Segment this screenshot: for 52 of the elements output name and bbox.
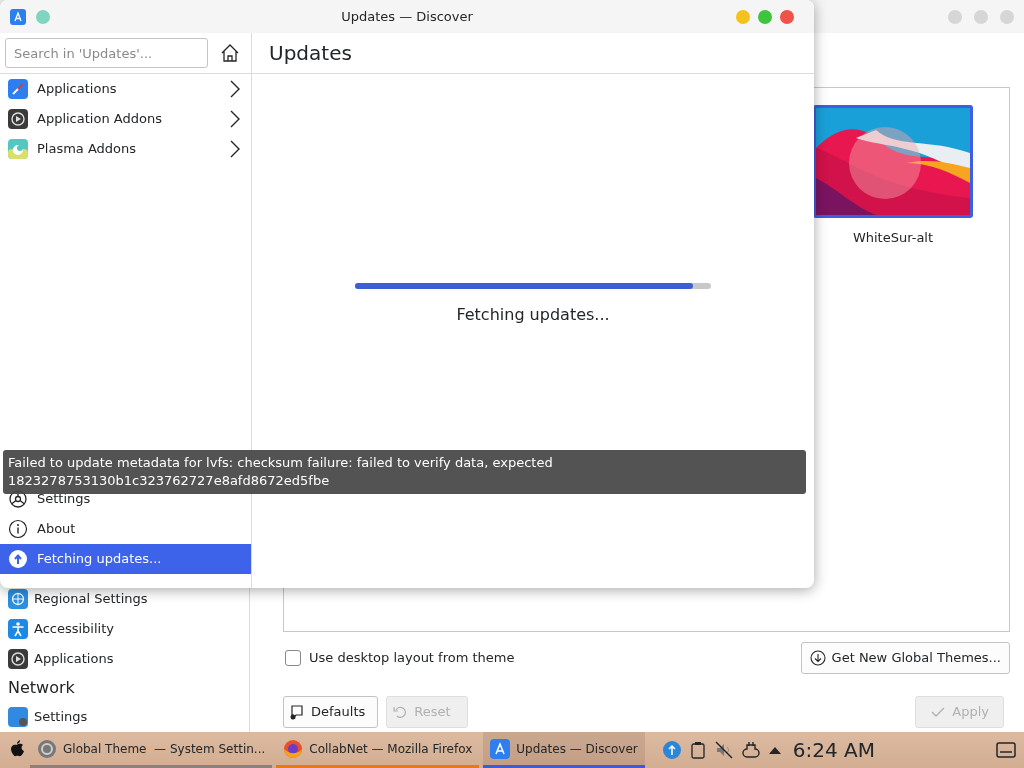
sidebar-item[interactable]: Settings bbox=[0, 702, 249, 732]
download-icon bbox=[809, 650, 826, 666]
apps-icon bbox=[8, 649, 28, 669]
info-icon bbox=[8, 519, 28, 539]
sidebar-item[interactable]: Regional Settings bbox=[0, 584, 249, 614]
accessibility-icon bbox=[8, 619, 28, 639]
store-icon bbox=[10, 8, 26, 25]
mute-icon[interactable] bbox=[714, 741, 733, 759]
defaults-icon bbox=[289, 704, 305, 720]
compass-icon bbox=[8, 79, 28, 99]
taskbar-task[interactable]: Global Theme — System Settin... bbox=[30, 732, 273, 768]
update-icon[interactable] bbox=[662, 741, 681, 759]
category-item[interactable]: Plasma Addons bbox=[0, 134, 251, 164]
network-icon bbox=[8, 707, 28, 727]
home-icon[interactable] bbox=[220, 43, 240, 63]
close-button[interactable] bbox=[780, 9, 794, 24]
checkbox[interactable] bbox=[285, 650, 301, 666]
defaults-button[interactable]: Defaults bbox=[283, 696, 379, 728]
store-icon bbox=[490, 738, 511, 759]
tooltip-text: 1823278753130b1c323762727e8afd8672ed5fbe bbox=[8, 472, 331, 490]
page-title: Updates bbox=[252, 33, 814, 74]
chevron-icon bbox=[229, 140, 241, 158]
settings-app-icon bbox=[37, 738, 57, 759]
sidebar-item[interactable]: Accessibility bbox=[0, 614, 249, 644]
theme-name: WhiteSur-alt bbox=[851, 229, 935, 247]
search-field[interactable]: Search in 'Updates'... bbox=[5, 38, 208, 68]
sidebar-item[interactable]: Applications bbox=[0, 644, 249, 674]
category-item[interactable]: Applications bbox=[0, 74, 251, 104]
clipboard-icon[interactable] bbox=[689, 741, 706, 759]
expand-arrow-icon[interactable] bbox=[768, 745, 781, 755]
undo-icon bbox=[392, 704, 409, 720]
upload-icon bbox=[8, 549, 28, 569]
chevron-icon bbox=[229, 110, 241, 128]
browser-icon bbox=[283, 738, 304, 759]
taskbar-task[interactable]: Updates — Discover bbox=[483, 732, 645, 768]
section-header: Network bbox=[7, 677, 76, 699]
get-new-themes-button[interactable]: Get New Global Themes... bbox=[800, 642, 1010, 674]
checkbox-label: Use desktop layout from theme bbox=[309, 649, 515, 668]
status-text: Fetching updates... bbox=[456, 304, 610, 326]
clock[interactable]: 6:24 AM bbox=[792, 735, 875, 765]
window-title: Updates — Discover bbox=[341, 7, 473, 26]
addons-icon bbox=[8, 109, 28, 129]
chevron-icon bbox=[229, 80, 241, 98]
sidebar-item[interactable]: About bbox=[0, 514, 251, 544]
maximize-button[interactable] bbox=[758, 9, 772, 24]
plasma-icon bbox=[8, 139, 28, 159]
category-item[interactable]: Application Addons bbox=[0, 104, 251, 134]
sidebar-item[interactable]: Fetching updates... bbox=[0, 544, 251, 574]
show-desktop-icon[interactable] bbox=[996, 742, 1016, 758]
plug-icon[interactable] bbox=[741, 741, 760, 759]
taskbar-task[interactable]: CollabNet — Mozilla Firefox bbox=[276, 732, 480, 768]
tooltip-text: Failed to update metadata for lvfs: checksum failure: failed to verify data, expected bbox=[8, 454, 554, 472]
